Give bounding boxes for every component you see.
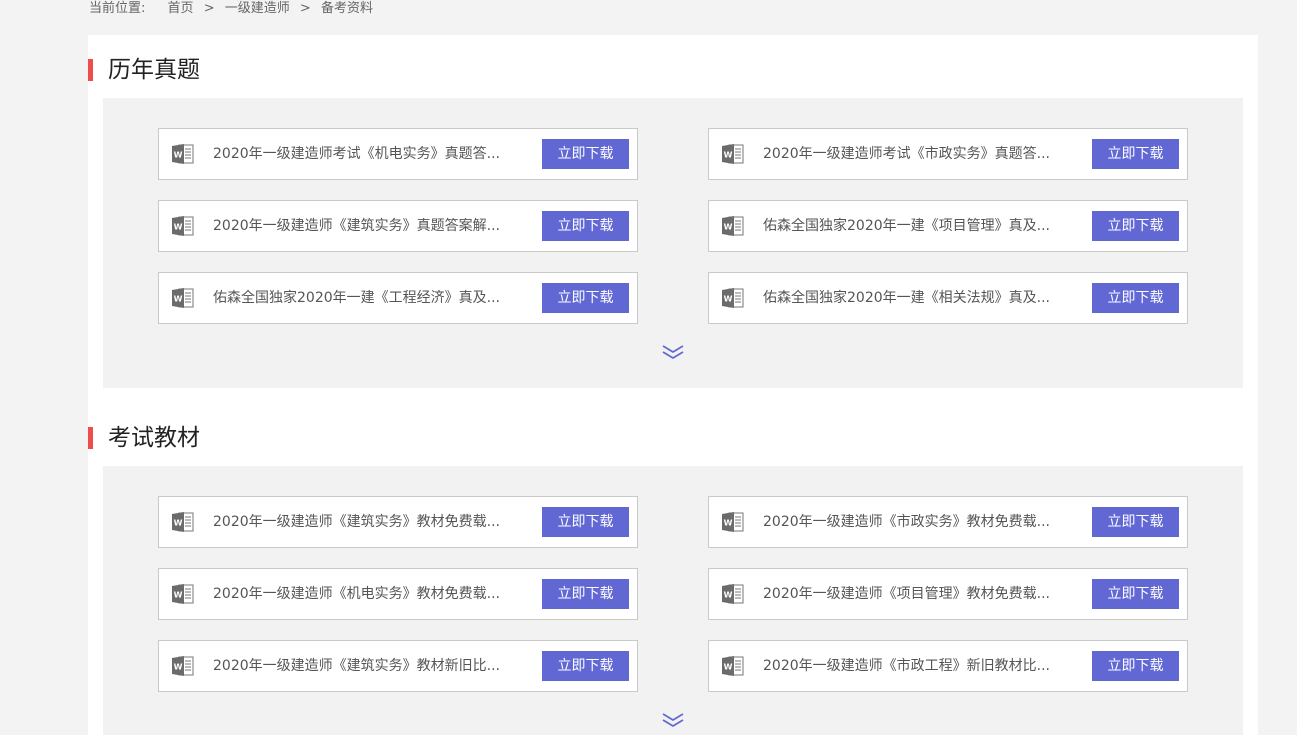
word-doc-icon: W: [171, 142, 195, 166]
breadcrumb-link-home[interactable]: 首页: [168, 1, 194, 16]
download-button[interactable]: 立即下载: [1092, 211, 1179, 241]
svg-text:W: W: [724, 519, 733, 528]
breadcrumb-current: 备考资料: [320, 1, 373, 16]
file-title[interactable]: 2020年一级建造师《建筑实务》真题答案解...: [213, 201, 503, 251]
file-title[interactable]: 2020年一级建造师《建筑实务》教材新旧比...: [213, 641, 503, 691]
file-title[interactable]: 佑森全国独家2020年一建《相关法规》真及...: [763, 273, 1053, 323]
word-doc-icon: W: [721, 654, 745, 678]
svg-text:W: W: [724, 223, 733, 232]
breadcrumb-separator: >: [299, 1, 311, 16]
word-doc-icon: W: [721, 510, 745, 534]
word-doc-icon: W: [721, 582, 745, 606]
file-card: W 2020年一级建造师《机电实务》教材免费载... 立即下载: [158, 568, 638, 620]
download-button[interactable]: 立即下载: [542, 211, 629, 241]
content-panel: 历年真题 W 2020年一级建造师考试《机电实务》真题答... 立即下载 W 2…: [88, 35, 1258, 735]
file-card: W 2020年一级建造师《项目管理》教材免费载... 立即下载: [708, 568, 1188, 620]
section-title: 历年真题: [88, 55, 200, 85]
svg-text:W: W: [174, 591, 183, 600]
file-card: W 佑森全国独家2020年一建《项目管理》真及... 立即下载: [708, 200, 1188, 252]
word-doc-icon: W: [171, 654, 195, 678]
file-card: W 2020年一级建造师《建筑实务》教材新旧比... 立即下载: [158, 640, 638, 692]
file-card: W 2020年一级建造师《建筑实务》教材免费载... 立即下载: [158, 496, 638, 548]
file-title[interactable]: 2020年一级建造师《建筑实务》教材免费载...: [213, 497, 503, 547]
download-button[interactable]: 立即下载: [542, 507, 629, 537]
file-card: W 2020年一级建造师《市政工程》新旧教材比... 立即下载: [708, 640, 1188, 692]
file-card: W 2020年一级建造师考试《市政实务》真题答... 立即下载: [708, 128, 1188, 180]
download-button[interactable]: 立即下载: [542, 139, 629, 169]
breadcrumb-prefix: 当前位置:: [89, 1, 146, 16]
svg-text:W: W: [724, 591, 733, 600]
section-title: 考试教材: [88, 423, 200, 453]
word-doc-icon: W: [721, 286, 745, 310]
file-title[interactable]: 佑森全国独家2020年一建《工程经济》真及...: [213, 273, 503, 323]
file-card: W 2020年一级建造师《建筑实务》真题答案解... 立即下载: [158, 200, 638, 252]
file-title[interactable]: 2020年一级建造师《市政工程》新旧教材比...: [763, 641, 1053, 691]
svg-text:W: W: [174, 519, 183, 528]
file-title[interactable]: 2020年一级建造师《项目管理》教材免费载...: [763, 569, 1053, 619]
file-title[interactable]: 2020年一级建造师考试《机电实务》真题答...: [213, 129, 503, 179]
breadcrumb-link-category[interactable]: 一级建造师: [225, 1, 290, 16]
word-doc-icon: W: [171, 286, 195, 310]
svg-text:W: W: [174, 295, 183, 304]
svg-text:W: W: [174, 223, 183, 232]
file-card: W 2020年一级建造师考试《机电实务》真题答... 立即下载: [158, 128, 638, 180]
word-doc-icon: W: [721, 142, 745, 166]
download-button[interactable]: 立即下载: [542, 651, 629, 681]
download-button[interactable]: 立即下载: [542, 283, 629, 313]
word-doc-icon: W: [171, 214, 195, 238]
breadcrumb: 当前位置: 首页 > 一级建造师 > 备考资料: [89, 0, 373, 18]
download-button[interactable]: 立即下载: [1092, 651, 1179, 681]
word-doc-icon: W: [721, 214, 745, 238]
chevron-double-down-icon[interactable]: [660, 343, 686, 361]
file-card: W 2020年一级建造师《市政实务》教材免费载... 立即下载: [708, 496, 1188, 548]
file-card: W 佑森全国独家2020年一建《相关法规》真及... 立即下载: [708, 272, 1188, 324]
file-title[interactable]: 2020年一级建造师考试《市政实务》真题答...: [763, 129, 1053, 179]
download-button[interactable]: 立即下载: [1092, 139, 1179, 169]
svg-text:W: W: [174, 151, 183, 160]
file-card: W 佑森全国独家2020年一建《工程经济》真及... 立即下载: [158, 272, 638, 324]
svg-text:W: W: [174, 663, 183, 672]
file-title[interactable]: 佑森全国独家2020年一建《项目管理》真及...: [763, 201, 1053, 251]
svg-text:W: W: [724, 663, 733, 672]
file-title[interactable]: 2020年一级建造师《机电实务》教材免费载...: [213, 569, 503, 619]
word-doc-icon: W: [171, 510, 195, 534]
file-title[interactable]: 2020年一级建造师《市政实务》教材免费载...: [763, 497, 1053, 547]
svg-text:W: W: [724, 295, 733, 304]
download-button[interactable]: 立即下载: [542, 579, 629, 609]
breadcrumb-separator: >: [203, 1, 215, 16]
download-button[interactable]: 立即下载: [1092, 579, 1179, 609]
section-box-past-exams: W 2020年一级建造师考试《机电实务》真题答... 立即下载 W 2020年一…: [103, 98, 1243, 388]
section-box-textbooks: W 2020年一级建造师《建筑实务》教材免费载... 立即下载 W 2020年一…: [103, 466, 1243, 735]
chevron-double-down-icon[interactable]: [660, 711, 686, 729]
download-button[interactable]: 立即下载: [1092, 283, 1179, 313]
word-doc-icon: W: [171, 582, 195, 606]
svg-text:W: W: [724, 151, 733, 160]
download-button[interactable]: 立即下载: [1092, 507, 1179, 537]
